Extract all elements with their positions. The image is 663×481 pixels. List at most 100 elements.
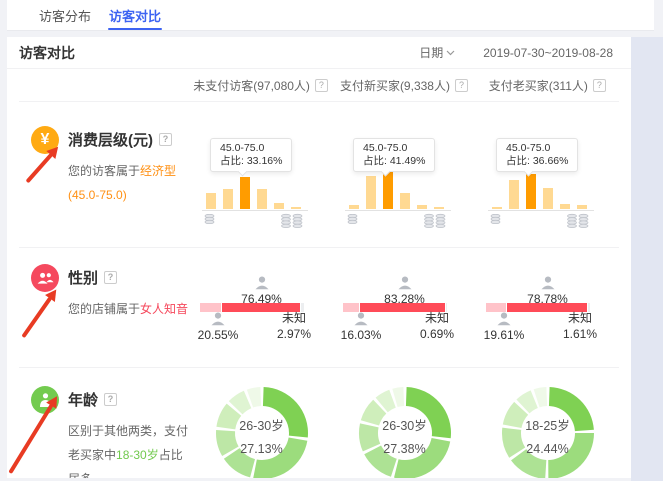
help-icon[interactable]: ? (159, 133, 172, 146)
row-age: 年龄 ? 区别于其他两类，支付老买家中18-30岁占比居多 26-30岁 27.… (19, 368, 619, 478)
bar (274, 203, 284, 209)
unknown-percent: 2.97% (269, 326, 319, 342)
age-row-label: 年龄 ? 区别于其他两类，支付老买家中18-30岁占比居多 (19, 368, 190, 478)
help-icon[interactable]: ? (455, 79, 468, 92)
male-segment (200, 303, 221, 312)
consumption-row-label: ¥ 消费层级(元) ? 您的访客属于经济型(45.0-75.0) (19, 102, 190, 247)
age-group-label: 18-25岁 (500, 415, 596, 438)
help-icon[interactable]: ? (104, 393, 117, 406)
column-header-unpaid-visitors: 未支付访客(97,080人) ? (189, 77, 332, 94)
consumption-row-text: 消费层级(元) ? 您的访客属于经济型(45.0-75.0) (68, 126, 190, 247)
help-icon[interactable]: ? (315, 79, 328, 92)
tooltip-label: 占比: (363, 155, 387, 167)
coins-large-icon (423, 213, 447, 228)
donut-center-label: 26-30岁 27.38% (357, 415, 453, 461)
age-chart-cell-2: 18-25岁 24.44% (476, 368, 619, 478)
people-glyph (37, 272, 54, 285)
tooltip-range: 45.0-75.0 (506, 142, 568, 155)
age-row-text: 年龄 ? 区别于其他两类，支付老买家中18-30岁占比居多 (68, 386, 190, 478)
bar-highlight (240, 177, 250, 209)
row-title-text: 性别 (68, 267, 98, 288)
bar-highlight (526, 174, 536, 209)
help-icon[interactable]: ? (593, 79, 606, 92)
gender-chart-cell-2: 78.78% 19.61% 未知 1.61% (476, 248, 619, 367)
consumption-chart-cell-2: 45.0-75.0 占比: 36.66% (476, 102, 619, 247)
page-background-strip (631, 37, 663, 481)
tooltip-value: 33.16% (247, 155, 283, 167)
donut-center-label: 18-25岁 24.44% (500, 415, 596, 461)
tab-visitor-distribution[interactable]: 访客分布 (38, 0, 92, 30)
unknown-stat: 未知 1.61% (555, 310, 605, 342)
male-percent: 20.55% (196, 328, 240, 342)
female-icon (397, 276, 413, 290)
chart-tooltip: 45.0-75.0 占比: 33.16% (210, 138, 292, 172)
age-row-desc: 区别于其他两类，支付老买家中18-30岁占比居多 (68, 419, 190, 478)
tooltip-range: 45.0-75.0 (220, 142, 282, 155)
consumption-bar-chart[interactable] (492, 167, 587, 209)
date-dropdown[interactable]: 日期 (419, 44, 455, 61)
desc-highlight: 女人知音 (140, 302, 188, 316)
chevron-down-icon (446, 50, 455, 56)
page: 访客分布 访客对比 访客对比 日期 2019-07-30~2019-08-28 … (0, 0, 663, 481)
consumption-bar-chart[interactable] (206, 167, 301, 209)
donut-center-label: 26-30岁 27.13% (214, 415, 310, 461)
yen-glyph: ¥ (41, 132, 50, 148)
male-segment (343, 303, 359, 312)
bar (434, 207, 444, 209)
consumption-bar-chart[interactable] (349, 167, 444, 209)
unknown-label: 未知 (555, 310, 605, 326)
tab-visitor-compare[interactable]: 访客对比 (108, 0, 162, 30)
age-chart-cell-1: 26-30岁 27.38% (333, 368, 476, 478)
chart-tooltip: 45.0-75.0 占比: 41.49% (353, 138, 435, 172)
tooltip-value: 41.49% (390, 155, 426, 167)
coins-large-icon (280, 213, 304, 228)
bar (543, 188, 553, 209)
consumption-row-desc: 您的访客属于经济型(45.0-75.0) (68, 159, 190, 207)
bar (577, 205, 587, 209)
bar (417, 205, 427, 209)
card-header: 访客对比 日期 2019-07-30~2019-08-28 (7, 37, 631, 69)
coins-small-icon (490, 214, 501, 224)
female-icon (540, 276, 556, 290)
column-header-row: 未支付访客(97,080人) ? 支付新买家(9,338人) ? 支付老买家(3… (19, 69, 619, 102)
age-donut-chart[interactable]: 26-30岁 27.13% (214, 385, 310, 478)
gender-row-desc: 您的店铺属于女人知音 (68, 297, 190, 321)
page-title: 访客对比 (19, 43, 75, 63)
row-gender: 性别 ? 您的店铺属于女人知音 76.49% (19, 248, 619, 368)
male-stat: 20.55% (196, 312, 240, 342)
bar (492, 207, 502, 209)
date-dropdown-label: 日期 (419, 44, 443, 61)
male-icon (353, 312, 369, 326)
help-icon[interactable]: ? (104, 271, 117, 284)
bar (223, 189, 233, 209)
date-range-value[interactable]: 2019-07-30~2019-08-28 (483, 46, 613, 60)
visitor-compare-card: 访客对比 日期 2019-07-30~2019-08-28 未支付访客(97,0… (7, 37, 631, 478)
coins-large-icon (566, 213, 590, 228)
column-header-new-buyers: 支付新买家(9,338人) ? (332, 77, 475, 94)
column-title: 支付新买家(9,338人) (340, 77, 450, 94)
chart-axis (488, 210, 594, 211)
age-donut-chart[interactable]: 18-25岁 24.44% (500, 385, 596, 478)
age-donut-chart[interactable]: 26-30岁 27.38% (357, 385, 453, 478)
top-tab-bar: 访客分布 访客对比 (7, 0, 654, 31)
tooltip-value: 36.66% (533, 155, 569, 167)
gender-row-title: 性别 ? (68, 267, 190, 288)
column-header-repeat-buyers: 支付老买家(311人) ? (476, 77, 619, 94)
unknown-label: 未知 (269, 310, 319, 326)
age-row-title: 年龄 ? (68, 389, 190, 410)
unknown-percent: 0.69% (412, 326, 462, 342)
age-chart-cell-0: 26-30岁 27.13% (190, 368, 333, 478)
chart-axis (345, 210, 451, 211)
bar (400, 193, 410, 209)
age-group-label: 26-30岁 (357, 415, 453, 438)
bar (509, 180, 519, 209)
column-title: 未支付访客(97,080人) (193, 77, 310, 94)
gender-chart-cell-1: 83.28% 16.03% 未知 0.69% (333, 248, 476, 367)
coins-small-icon (204, 214, 215, 224)
bar (560, 204, 570, 209)
age-group-percent: 24.44% (500, 438, 596, 461)
unknown-stat: 未知 2.97% (269, 310, 319, 342)
desc-text: 您的访客属于 (68, 164, 140, 178)
female-icon (254, 276, 270, 290)
bar (349, 205, 359, 209)
